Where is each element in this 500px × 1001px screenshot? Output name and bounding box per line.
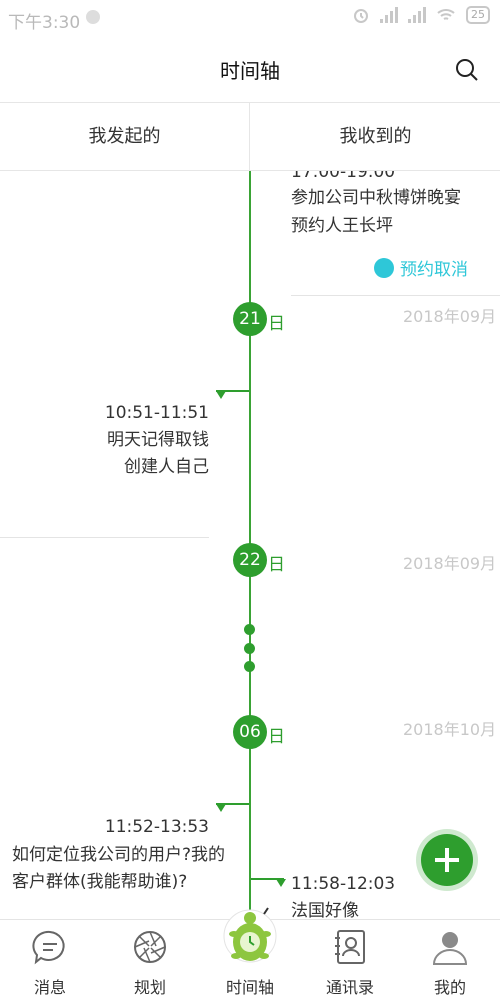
nav-label: 时间轴	[225, 978, 274, 997]
day-06-marker: 06	[233, 715, 267, 749]
event-separator	[0, 537, 209, 538]
page-title: 时间轴	[220, 59, 280, 83]
status-icons: 25	[352, 6, 490, 24]
event-flag-icon	[276, 879, 286, 887]
event-flag-icon	[216, 804, 226, 812]
gap-dot	[244, 643, 255, 654]
cancel-doc-icon	[374, 257, 394, 278]
event-title: 参加公司中秋博饼晚宴	[291, 188, 461, 208]
event-title: 明天记得取钱	[107, 430, 209, 450]
gap-dot	[244, 624, 255, 635]
timeline[interactable]: 17:00-19:00 参加公司中秋博饼晚宴 预约人王长坪 预约取消 21 日 …	[0, 171, 500, 919]
event-time: 17:00-19:00	[291, 171, 396, 182]
gap-dot	[244, 661, 255, 672]
event-connector	[251, 878, 284, 880]
day-22-marker: 22	[233, 543, 267, 577]
contacts-icon	[335, 930, 365, 964]
notification-dot-icon	[86, 10, 100, 24]
event-connector	[216, 803, 249, 805]
plus-icon	[435, 848, 459, 872]
person-icon	[432, 932, 468, 965]
tab-sent[interactable]: 我发起的	[0, 103, 249, 171]
aperture-icon	[134, 931, 166, 963]
date-label: 2018年09月	[403, 307, 497, 326]
nav-label: 我的	[433, 978, 466, 997]
signal-2-icon	[408, 7, 426, 23]
tab-received[interactable]: 我收到的	[251, 103, 500, 171]
status-time: 下午3:30	[8, 13, 81, 33]
search-button[interactable]	[452, 55, 482, 85]
day-suffix: 日	[268, 314, 285, 334]
event-title: 法国好像	[291, 901, 359, 919]
event-creator: 预约人王长坪	[291, 216, 393, 236]
event-creator: 创建人自己	[124, 457, 209, 477]
event-time: 10:51-11:51	[104, 403, 209, 423]
nav-timeline[interactable]: 时间轴	[200, 907, 300, 1001]
wifi-icon	[437, 9, 455, 20]
event-flag-icon	[216, 391, 226, 399]
cancel-label: 预约取消	[400, 260, 468, 280]
cancel-appointment-button[interactable]: 预约取消	[374, 255, 468, 280]
search-icon	[456, 59, 478, 81]
chat-icon	[32, 930, 65, 965]
bottom-nav: 消息 规划 时间轴 通讯录 我的	[0, 907, 500, 1001]
day-suffix: 日	[268, 555, 285, 575]
date-label: 2018年09月	[403, 554, 497, 573]
alarm-icon	[354, 9, 368, 23]
event-time: 11:52-13:53	[104, 817, 209, 837]
event-separator	[291, 295, 500, 296]
battery-icon: 25	[466, 6, 490, 24]
event-connector	[216, 390, 249, 392]
day-suffix: 日	[268, 727, 285, 747]
nav-label: 通讯录	[325, 978, 374, 997]
nav-contacts[interactable]: 通讯录	[300, 920, 400, 1001]
nav-messages[interactable]: 消息	[0, 920, 100, 1001]
nav-label: 消息	[33, 978, 66, 997]
turtle-clock-icon	[223, 907, 277, 963]
status-bar: 下午3:30 25	[0, 0, 500, 36]
nav-profile[interactable]: 我的	[400, 920, 500, 1001]
date-label: 2018年10月	[403, 720, 497, 739]
nav-label: 规划	[133, 978, 166, 997]
event-title: 如何定位我公司的用户?我的客户群体(我能帮助谁)?	[12, 845, 226, 892]
signal-1-icon	[380, 7, 398, 23]
day-21-marker: 21	[233, 302, 267, 336]
add-event-button[interactable]	[421, 834, 473, 886]
event-time: 11:58-12:03	[291, 874, 396, 894]
nav-planning[interactable]: 规划	[100, 920, 200, 1001]
tab-divider	[249, 103, 250, 171]
